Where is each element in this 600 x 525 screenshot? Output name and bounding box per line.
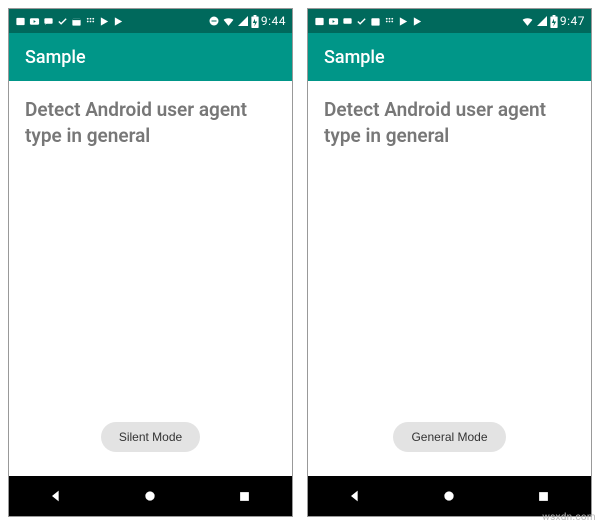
phone-screen-1: 9:44 Sample Detect Android user agent ty… bbox=[8, 8, 293, 517]
youtube-icon bbox=[29, 16, 40, 27]
calendar-icon bbox=[370, 16, 381, 27]
status-bar: 9:44 bbox=[9, 9, 292, 33]
mode-button[interactable]: General Mode bbox=[393, 422, 505, 452]
nav-recent-icon[interactable] bbox=[521, 489, 567, 504]
dnd-icon bbox=[208, 15, 220, 27]
status-icons-left bbox=[314, 16, 423, 27]
status-icons-right: 9:44 bbox=[208, 14, 286, 28]
navigation-bar bbox=[9, 476, 292, 516]
nav-home-icon[interactable] bbox=[127, 488, 173, 504]
play-icon bbox=[398, 16, 409, 27]
battery-icon bbox=[550, 15, 558, 28]
play-icon bbox=[412, 16, 423, 27]
status-icons-left bbox=[15, 16, 124, 27]
phone-screen-2: 9:47 Sample Detect Android user agent ty… bbox=[307, 8, 592, 517]
notification-icon bbox=[15, 16, 26, 27]
app-title: Sample bbox=[324, 47, 385, 68]
calendar-icon bbox=[71, 16, 82, 27]
apps-icon bbox=[384, 16, 395, 27]
youtube-icon bbox=[328, 16, 339, 27]
main-content: Detect Android user agent type in genera… bbox=[9, 81, 292, 476]
nav-home-icon[interactable] bbox=[426, 488, 472, 504]
page-heading: Detect Android user agent type in genera… bbox=[25, 97, 276, 148]
main-content: Detect Android user agent type in genera… bbox=[308, 81, 591, 476]
battery-icon bbox=[251, 15, 259, 28]
status-clock: 9:44 bbox=[261, 14, 286, 28]
signal-icon bbox=[237, 15, 249, 27]
page-heading: Detect Android user agent type in genera… bbox=[324, 97, 575, 148]
play-icon bbox=[99, 16, 110, 27]
signal-icon bbox=[536, 15, 548, 27]
watermark-text: wsxdn.com bbox=[542, 512, 596, 523]
notification-icon bbox=[314, 16, 325, 27]
message-icon bbox=[342, 16, 353, 27]
app-bar: Sample bbox=[308, 33, 591, 81]
apps-icon bbox=[85, 16, 96, 27]
navigation-bar bbox=[308, 476, 591, 516]
nav-recent-icon[interactable] bbox=[222, 489, 268, 504]
nav-back-icon[interactable] bbox=[332, 488, 378, 504]
check-icon bbox=[356, 16, 367, 27]
button-row: General Mode bbox=[324, 422, 575, 466]
status-icons-right: 9:47 bbox=[521, 14, 585, 28]
wifi-icon bbox=[521, 15, 534, 28]
status-clock: 9:47 bbox=[560, 14, 585, 28]
status-bar: 9:47 bbox=[308, 9, 591, 33]
check-icon bbox=[57, 16, 68, 27]
nav-back-icon[interactable] bbox=[33, 488, 79, 504]
app-title: Sample bbox=[25, 47, 86, 68]
play-icon bbox=[113, 16, 124, 27]
wifi-icon bbox=[222, 15, 235, 28]
app-bar: Sample bbox=[9, 33, 292, 81]
mode-button[interactable]: Silent Mode bbox=[101, 422, 200, 452]
button-row: Silent Mode bbox=[25, 422, 276, 466]
message-icon bbox=[43, 16, 54, 27]
